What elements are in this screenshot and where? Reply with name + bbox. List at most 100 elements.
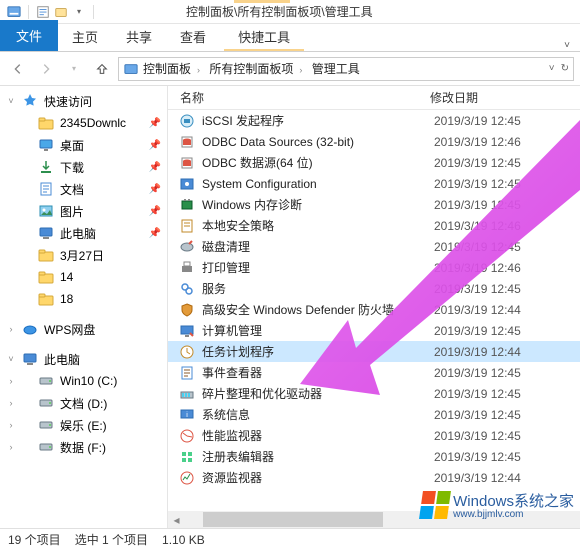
file-name: ODBC Data Sources (32-bit) <box>202 135 434 149</box>
file-name: 系统信息 <box>202 406 434 423</box>
drive-icon <box>38 439 54 455</box>
address-icon <box>123 61 139 77</box>
sidebar-item-2[interactable]: 下载📌 <box>0 156 167 178</box>
drive-label: 娱乐 (E:) <box>60 417 107 434</box>
qat-dropdown-icon[interactable]: ▾ <box>71 4 87 20</box>
breadcrumb[interactable]: 控制面板› 所有控制面板项› 管理工具 <box>143 60 360 77</box>
pin-icon: 📌 <box>149 140 161 151</box>
file-row[interactable]: 计算机管理2019/3/19 12:45 <box>168 320 580 341</box>
chevron-right-icon[interactable]: › <box>6 442 16 452</box>
crumb-0[interactable]: 控制面板 <box>143 62 191 76</box>
sidebar-item-1[interactable]: 桌面📌 <box>0 134 167 156</box>
sysinfo-icon: i <box>178 406 196 424</box>
chevron-right-icon[interactable]: › <box>6 398 16 408</box>
crumb-1[interactable]: 所有控制面板项 <box>209 62 293 76</box>
col-name[interactable]: 名称 <box>168 89 424 106</box>
drive-item-1[interactable]: › 文档 (D:) <box>0 392 167 414</box>
file-row[interactable]: 磁盘清理2019/3/19 12:45 <box>168 236 580 257</box>
file-row[interactable]: i系统信息2019/3/19 12:45 <box>168 404 580 425</box>
file-date: 2019/3/19 12:46 <box>434 261 580 275</box>
sidebar-item-label: 3月27日 <box>60 247 104 264</box>
chevron-down-icon[interactable]: ˅ <box>6 354 16 364</box>
nav-recent-dropdown[interactable]: ▾ <box>62 57 86 81</box>
drive-item-0[interactable]: ›Win10 (C:) <box>0 370 167 392</box>
eventvwr-icon <box>178 364 196 382</box>
file-row[interactable]: 注册表编辑器2019/3/19 12:45 <box>168 446 580 467</box>
pc-icon <box>22 351 38 367</box>
qat-icon-new[interactable] <box>53 4 69 20</box>
memdiag-icon <box>178 196 196 214</box>
sidebar-item-3[interactable]: 文档📌 <box>0 178 167 200</box>
perfmon-icon <box>178 427 196 445</box>
tree-this-pc[interactable]: ˅ 此电脑 <box>0 348 167 370</box>
sidebar-item-5[interactable]: 此电脑📌 <box>0 222 167 244</box>
file-row[interactable]: ODBC Data Sources (32-bit)2019/3/19 12:4… <box>168 131 580 152</box>
ribbon-tab-view[interactable]: 查看 <box>166 21 220 51</box>
star-icon <box>22 93 38 109</box>
file-date: 2019/3/19 12:44 <box>434 471 580 485</box>
watermark-line1: Windows系统之家 <box>453 493 574 510</box>
windows-logo-icon <box>419 491 451 519</box>
file-row[interactable]: Windows 内存诊断2019/3/19 12:45 <box>168 194 580 215</box>
crumb-2[interactable]: 管理工具 <box>312 62 360 76</box>
file-row[interactable]: 资源监视器2019/3/19 12:44 <box>168 467 580 488</box>
chevron-right-icon[interactable]: › <box>6 376 16 386</box>
sidebar-item-6[interactable]: 3月27日 <box>0 244 167 266</box>
ribbon-tab-home[interactable]: 主页 <box>58 21 112 51</box>
ribbon-expand-icon[interactable]: ˅ <box>564 40 570 51</box>
file-row[interactable]: 打印管理2019/3/19 12:46 <box>168 257 580 278</box>
sysconf-icon <box>178 175 196 193</box>
secpol-icon <box>178 217 196 235</box>
file-row[interactable]: 服务2019/3/19 12:45 <box>168 278 580 299</box>
ribbon-tab-file[interactable]: 文件 <box>0 20 58 51</box>
list-header[interactable]: 名称 修改日期 <box>168 86 580 110</box>
col-date[interactable]: 修改日期 <box>424 89 580 106</box>
sidebar-item-8[interactable]: 18 <box>0 288 167 310</box>
tree-wps[interactable]: › WPS网盘 <box>0 318 167 340</box>
file-row[interactable]: 高级安全 Windows Defender 防火墙2019/3/19 12:44 <box>168 299 580 320</box>
chevron-right-icon[interactable]: › <box>6 420 16 430</box>
sidebar-item-7[interactable]: 14 <box>0 266 167 288</box>
file-row[interactable]: 任务计划程序2019/3/19 12:44 <box>168 341 580 362</box>
status-count: 19 个项目 <box>8 531 61 548</box>
cloud-icon <box>22 321 38 337</box>
pin-icon: 📌 <box>149 118 161 129</box>
file-date: 2019/3/19 12:44 <box>434 303 580 317</box>
file-row[interactable]: iSCSI 发起程序2019/3/19 12:45 <box>168 110 580 131</box>
drive-item-2[interactable]: › 娱乐 (E:) <box>0 414 167 436</box>
file-row[interactable]: 本地安全策略2019/3/19 12:46 <box>168 215 580 236</box>
qat-icon-props[interactable] <box>35 4 51 20</box>
file-date: 2019/3/19 12:45 <box>434 114 580 128</box>
file-name: 打印管理 <box>202 259 434 276</box>
nav-up-button[interactable] <box>90 57 114 81</box>
file-date: 2019/3/19 12:45 <box>434 177 580 191</box>
nav-back-button[interactable] <box>6 57 30 81</box>
ribbon-tab-share[interactable]: 共享 <box>112 21 166 51</box>
file-row[interactable]: 事件查看器2019/3/19 12:45 <box>168 362 580 383</box>
address-refresh-icon[interactable]: ↻ <box>561 63 569 74</box>
file-name: 碎片整理和优化驱动器 <box>202 385 434 402</box>
address-dropdown-icon[interactable]: ˅ <box>549 63 555 74</box>
tree-label: 快速访问 <box>44 93 92 110</box>
sidebar-item-0[interactable]: 2345Downlc📌 <box>0 112 167 134</box>
nav-tree[interactable]: ˅ 快速访问 2345Downlc📌桌面📌下载📌文档📌图片📌此电脑📌 3月27日 1… <box>0 86 168 528</box>
drive-label: 文档 (D:) <box>60 395 107 412</box>
file-row[interactable]: 碎片整理和优化驱动器2019/3/19 12:45 <box>168 383 580 404</box>
file-row[interactable]: ODBC 数据源(64 位)2019/3/19 12:45 <box>168 152 580 173</box>
nav-forward-button[interactable] <box>34 57 58 81</box>
ribbon-tab-shortcut-tools[interactable]: 快捷工具 <box>224 21 304 51</box>
sidebar-item-4[interactable]: 图片📌 <box>0 200 167 222</box>
tree-quick-access[interactable]: ˅ 快速访问 <box>0 90 167 112</box>
compmgmt-icon <box>178 322 196 340</box>
chevron-down-icon[interactable]: ˅ <box>6 96 16 106</box>
drive-item-3[interactable]: ›数据 (F:) <box>0 436 167 458</box>
drive-icon <box>38 373 54 389</box>
desktop-icon <box>38 137 54 153</box>
file-date: 2019/3/19 12:45 <box>434 450 580 464</box>
firewall-icon <box>178 301 196 319</box>
address-bar[interactable]: 控制面板› 所有控制面板项› 管理工具 ˅ ↻ <box>118 57 574 81</box>
chevron-right-icon[interactable]: › <box>6 324 16 334</box>
file-row[interactable]: 性能监视器2019/3/19 12:45 <box>168 425 580 446</box>
file-row[interactable]: System Configuration2019/3/19 12:45 <box>168 173 580 194</box>
scrollbar-thumb[interactable] <box>203 512 383 527</box>
